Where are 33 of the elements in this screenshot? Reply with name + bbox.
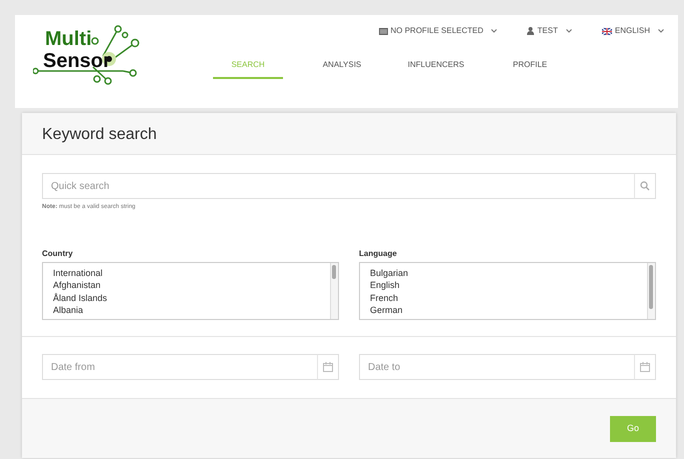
caret-icon <box>491 29 498 33</box>
list-option[interactable]: French <box>370 292 645 304</box>
list-option[interactable]: Albania <box>53 304 328 316</box>
list-option[interactable]: English <box>370 279 645 292</box>
calendar-icon[interactable] <box>323 362 333 372</box>
list-option[interactable]: Bulgarian <box>370 267 645 280</box>
nav-tab[interactable]: PROFILE <box>495 59 565 79</box>
list-icon <box>378 28 388 34</box>
list-option[interactable]: International <box>53 267 328 280</box>
nav-tab[interactable]: ANALYSIS <box>307 59 377 79</box>
date-from-field[interactable]: Date from <box>42 354 317 380</box>
logo-text: Multi <box>45 28 92 50</box>
logo-text: Sensor <box>43 50 111 72</box>
list-option[interactable]: German <box>370 304 645 316</box>
language-label: Language <box>359 248 398 260</box>
caret-icon <box>658 29 664 33</box>
country-list[interactable]: International Afghanistan Åland Islands Albania <box>42 262 339 320</box>
list-option[interactable]: Afghanistan <box>53 279 328 292</box>
menu-dropdown-link[interactable]: ENGLISH <box>614 25 650 37</box>
country-label: Country <box>42 248 74 260</box>
user-icon <box>527 27 534 35</box>
caret-icon <box>566 29 572 33</box>
date-to-field[interactable]: Date to <box>359 354 634 380</box>
menu-dropdown-link[interactable]: NO PROFILE SELECTED <box>390 25 484 37</box>
calendar-icon[interactable] <box>640 362 650 372</box>
flag-icon <box>602 28 612 34</box>
list-option[interactable]: Åland Islands <box>53 292 328 304</box>
menu-dropdown-link[interactable]: TEST <box>537 25 558 37</box>
quick-search-field[interactable]: Quick search <box>42 173 634 199</box>
language-list[interactable]: Bulgarian English French German <box>359 262 656 320</box>
search-icon[interactable] <box>640 181 650 191</box>
nav-tab[interactable]: INFLUENCERS <box>401 59 471 79</box>
panel-title: Keyword search <box>22 113 676 155</box>
